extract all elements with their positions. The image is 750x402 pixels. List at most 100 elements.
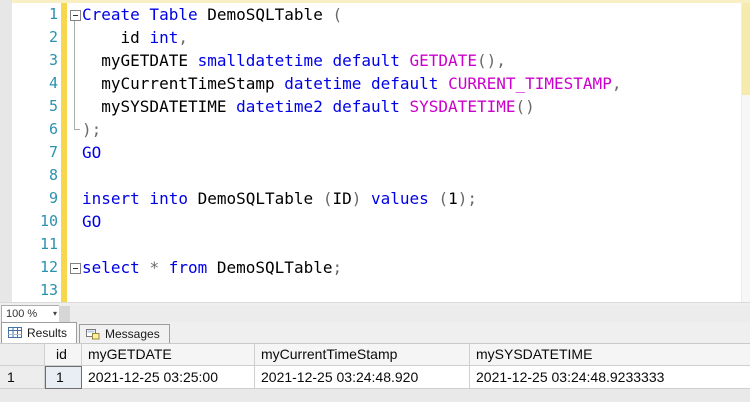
code-text: select * from DemoSQLTable; xyxy=(82,256,342,279)
code-text: mySYSDATETIME datetime2 default SYSDATET… xyxy=(82,95,535,118)
line-number[interactable]: 3 xyxy=(0,49,58,72)
messages-icon xyxy=(86,329,100,340)
sql-token-op: ; xyxy=(332,258,343,277)
code-line-13[interactable]: 13 xyxy=(0,279,741,302)
line-number[interactable]: 12 xyxy=(0,256,58,279)
sql-token-kw: from xyxy=(168,258,217,277)
sql-token-id: DemoSQLTable xyxy=(197,5,333,24)
line-number[interactable]: 5 xyxy=(0,95,58,118)
code-area[interactable]: 1 Create Table DemoSQLTable (2 id int, 3 m… xyxy=(0,3,741,302)
scrollbar-change-annotation xyxy=(742,3,750,95)
sql-token-op: ( xyxy=(332,5,343,24)
sql-token-kw: datetime2 default xyxy=(236,97,410,116)
line-number[interactable]: 9 xyxy=(0,187,58,210)
column-header-myCurrentTimeStamp[interactable]: myCurrentTimeStamp xyxy=(255,344,470,366)
sql-token-op: (), xyxy=(476,51,506,70)
code-line-7[interactable]: 7 GO xyxy=(0,141,741,164)
grid-cell-myCurrentTimeStamp[interactable]: 2021-12-25 03:24:48.920 xyxy=(255,366,470,389)
sql-token-kw: datetime default xyxy=(284,74,449,93)
sql-token-id: myGETDATE xyxy=(82,51,198,70)
line-number[interactable]: 6 xyxy=(0,118,58,141)
code-line-12[interactable]: 12 select * from DemoSQLTable; xyxy=(0,256,741,279)
sql-token-op: ) xyxy=(351,189,371,208)
sql-token-fn: SYSDATETIME xyxy=(409,97,516,116)
zoom-level-select[interactable]: 100 % ▾ xyxy=(1,305,61,323)
code-text: insert into DemoSQLTable (ID) values (1)… xyxy=(82,187,477,210)
grid-cell-mySYSDATETIME[interactable]: 2021-12-25 03:24:48.9233333 xyxy=(470,366,750,389)
editor-horizontal-scrollbar[interactable] xyxy=(59,305,750,323)
editor-bottom-bar: 100 % ▾ xyxy=(0,302,750,323)
tab-messages-label: Messages xyxy=(105,327,160,341)
code-text: GO xyxy=(82,141,101,164)
code-text: myCurrentTimeStamp datetime default CURR… xyxy=(82,72,621,95)
ssms-query-window: 1 Create Table DemoSQLTable (2 id int, 3 m… xyxy=(0,0,750,402)
sql-token-id: ID xyxy=(332,189,352,208)
sql-token-id: DemoSQLTable xyxy=(216,258,333,277)
code-line-9[interactable]: 9 insert into DemoSQLTable (ID) values (1… xyxy=(0,187,741,210)
sql-token-id: myCurrentTimeStamp xyxy=(82,74,285,93)
sql-token-op: ); xyxy=(82,120,102,139)
grid-cell-myGETDATE[interactable]: 2021-12-25 03:25:00 xyxy=(82,366,255,389)
sql-token-id: 1 xyxy=(448,189,458,208)
code-line-10[interactable]: 10 GO xyxy=(0,210,741,233)
sql-token-id: id xyxy=(82,28,150,47)
code-line-4[interactable]: 4 myCurrentTimeStamp datetime default CU… xyxy=(0,72,741,95)
horizontal-scrollbar-thumb[interactable] xyxy=(59,306,70,322)
editor-vertical-scrollbar[interactable] xyxy=(741,3,750,302)
results-tabstrip: Results Messages xyxy=(0,322,750,343)
sql-token-kw: Create Table xyxy=(82,5,198,24)
results-grid-icon xyxy=(8,327,22,338)
code-line-8[interactable]: 8 xyxy=(0,164,741,187)
results-grid: id myGETDATE myCurrentTimeStamp mySYSDATETI… xyxy=(0,343,750,402)
sql-token-op: * xyxy=(149,258,169,277)
column-header-myGETDATE[interactable]: myGETDATE xyxy=(82,344,255,366)
code-line-2[interactable]: 2 id int, xyxy=(0,26,741,49)
sql-token-id: mySYSDATETIME xyxy=(82,97,237,116)
tab-results[interactable]: Results xyxy=(1,322,78,343)
fold-collapse-icon[interactable] xyxy=(70,10,81,21)
sql-token-kw: insert into xyxy=(82,189,198,208)
sql-token-op: () xyxy=(515,97,535,116)
grid-cell-id[interactable]: 1 xyxy=(45,366,82,389)
line-number[interactable]: 2 xyxy=(0,26,58,49)
line-number[interactable]: 1 xyxy=(0,3,58,26)
sql-token-fn: CURRENT_TIMESTAMP xyxy=(448,74,612,93)
code-text: GO xyxy=(82,210,101,233)
line-number[interactable]: 11 xyxy=(0,233,58,256)
column-header-id[interactable]: id xyxy=(45,344,82,366)
code-text: myGETDATE smalldatetime default GETDATE(… xyxy=(82,49,506,72)
code-line-1[interactable]: 1 Create Table DemoSQLTable ( xyxy=(0,3,741,26)
line-number[interactable]: 13 xyxy=(0,279,58,302)
grid-corner-cell[interactable] xyxy=(0,344,45,366)
fold-collapse-icon[interactable] xyxy=(70,263,81,274)
code-text: ); xyxy=(82,118,101,141)
sql-token-kw: int xyxy=(149,28,179,47)
sql-token-kw: select xyxy=(82,258,150,277)
grid-data-row: 1 1 2021-12-25 03:25:00 2021-12-25 03:24:48… xyxy=(0,366,750,389)
grid-header-row: id myGETDATE myCurrentTimeStamp mySYSDATETI… xyxy=(0,344,750,366)
code-line-3[interactable]: 3 myGETDATE smalldatetime default GETDAT… xyxy=(0,49,741,72)
line-number[interactable]: 10 xyxy=(0,210,58,233)
tab-results-label: Results xyxy=(27,326,68,340)
zoom-level-value: 100 % xyxy=(6,308,38,320)
code-text: Create Table DemoSQLTable ( xyxy=(82,3,342,26)
line-number[interactable]: 4 xyxy=(0,72,58,95)
sql-token-kw: values xyxy=(371,189,439,208)
sql-token-kw: GO xyxy=(82,143,102,162)
sql-token-kw: smalldatetime default xyxy=(197,51,410,70)
line-number[interactable]: 8 xyxy=(0,164,58,187)
code-text: id int, xyxy=(82,26,188,49)
tab-messages[interactable]: Messages xyxy=(79,324,170,343)
code-line-11[interactable]: 11 xyxy=(0,233,741,256)
sql-token-id: DemoSQLTable xyxy=(197,189,323,208)
sql-token-op: ); xyxy=(457,189,477,208)
sql-editor[interactable]: 1 Create Table DemoSQLTable (2 id int, 3 m… xyxy=(0,0,750,302)
sql-token-op: , xyxy=(178,28,188,47)
code-line-5[interactable]: 5 mySYSDATETIME datetime2 default SYSDAT… xyxy=(0,95,741,118)
sql-token-kw: GO xyxy=(82,212,102,231)
row-header[interactable]: 1 xyxy=(0,366,45,389)
column-header-mySYSDATETIME[interactable]: mySYSDATETIME xyxy=(470,344,750,366)
sql-token-op: , xyxy=(611,74,622,93)
code-line-6[interactable]: 6); xyxy=(0,118,741,141)
line-number[interactable]: 7 xyxy=(0,141,58,164)
